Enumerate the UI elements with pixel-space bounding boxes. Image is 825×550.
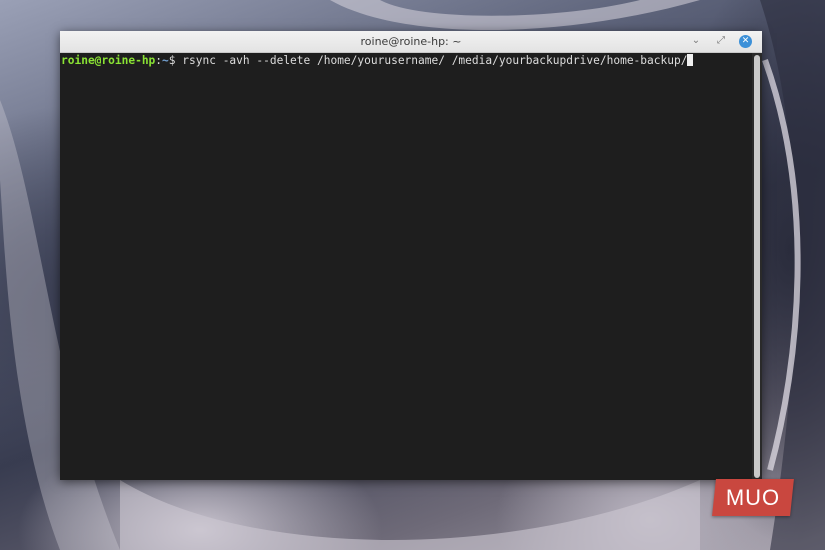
- terminal-window[interactable]: roine@roine-hp: ~ ⌄ ⤢ ✕ roine@roine-hp:~…: [60, 31, 762, 480]
- prompt-symbol: $: [168, 54, 183, 67]
- close-icon[interactable]: ✕: [739, 35, 752, 48]
- window-titlebar[interactable]: roine@roine-hp: ~ ⌄ ⤢ ✕: [60, 31, 762, 53]
- prompt-path: ~: [162, 54, 169, 67]
- prompt-user-host: roine@roine-hp: [61, 54, 156, 67]
- window-title: roine@roine-hp: ~: [360, 35, 462, 48]
- command-text: rsync -avh --delete /home/yourusername/ …: [182, 54, 688, 67]
- muo-watermark-logo: MUO: [712, 479, 794, 516]
- terminal-output[interactable]: roine@roine-hp:~$ rsync -avh --delete /h…: [60, 53, 752, 480]
- maximize-icon[interactable]: ⤢: [714, 34, 728, 48]
- watermark-text: MUO: [725, 485, 781, 510]
- text-cursor: [687, 54, 694, 66]
- minimize-icon[interactable]: ⌄: [689, 34, 703, 48]
- scrollbar[interactable]: [752, 53, 762, 480]
- scrollbar-thumb[interactable]: [754, 55, 760, 478]
